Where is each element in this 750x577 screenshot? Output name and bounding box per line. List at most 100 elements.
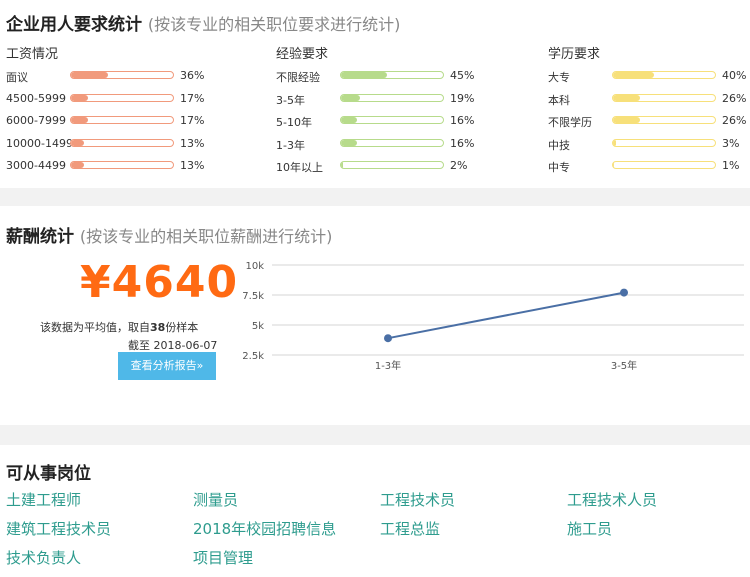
stat-row: 大专 40% — [548, 65, 750, 88]
stat-bar-fill — [613, 117, 640, 123]
stat-label: 10000-14999 — [6, 136, 80, 150]
requirements-column: 经验要求不限经验 45% 3-5年 19% 5-10年 16% 1-3年 16% 10年以上 2% — [276, 45, 496, 178]
stat-percent: 1% — [722, 159, 740, 172]
stat-percent: 26% — [722, 91, 747, 105]
jobs-title: 可从事岗位 — [6, 464, 91, 484]
stat-label: 不限经验 — [276, 71, 320, 84]
job-link[interactable]: 工程技术人员 — [567, 489, 657, 510]
stat-bar — [70, 161, 174, 169]
stat-percent: 40% — [722, 69, 747, 82]
section-divider-2 — [0, 425, 750, 445]
job-link[interactable]: 项目管理 — [193, 547, 253, 568]
job-link[interactable]: 工程总监 — [380, 518, 440, 539]
stat-row: 面议 36% — [6, 65, 226, 88]
stat-label: 中技 — [548, 138, 570, 152]
requirements-subtitle: (按该专业的相关职位要求进行统计) — [147, 15, 401, 34]
job-link[interactable]: 测量员 — [193, 489, 238, 510]
stat-percent: 16% — [450, 136, 475, 150]
data-point — [384, 334, 392, 343]
stat-bar-fill — [341, 72, 387, 78]
stat-percent: 13% — [180, 159, 205, 172]
stat-label: 3-5年 — [276, 93, 305, 107]
stat-bar — [70, 93, 174, 102]
requirements-column: 工资情况面议 36% 4500-5999 17% 6000-7999 17% 10000-1… — [6, 45, 226, 178]
stat-percent: 17% — [180, 91, 205, 105]
stat-row: 10年以上 2% — [276, 155, 496, 178]
stat-bar — [340, 93, 444, 102]
stat-bar-fill — [341, 162, 344, 168]
stat-row: 中专 1% — [548, 155, 750, 178]
stat-bar — [340, 71, 444, 79]
stat-label: 不限学历 — [548, 116, 592, 129]
stat-label: 面议 — [6, 71, 28, 84]
stat-label: 1-3年 — [276, 138, 305, 152]
y-tick-label: 5k — [252, 321, 264, 332]
stat-label: 大专 — [548, 71, 570, 84]
column-title: 经验要求 — [276, 47, 329, 62]
stat-bar-fill — [71, 72, 108, 78]
requirements-column: 学历要求大专 40% 本科 26% 不限学历 26% 中技 3% 中专 1% — [548, 45, 750, 178]
stat-row: 6000-7999 17% — [6, 110, 226, 133]
stat-bar-fill — [341, 139, 358, 146]
stat-percent: 45% — [450, 69, 475, 82]
stat-percent: 17% — [180, 114, 205, 127]
stat-row: 4500-5999 17% — [6, 88, 226, 111]
stat-row: 不限经验 45% — [276, 65, 496, 88]
stat-label: 3000-4499 — [6, 159, 66, 172]
stat-bar-fill — [341, 117, 358, 123]
stat-row: 5-10年 16% — [276, 110, 496, 133]
stat-row: 不限学历 26% — [548, 110, 750, 133]
stat-row: 3000-4499 13% — [6, 155, 226, 178]
stat-percent: 2% — [450, 159, 468, 172]
stat-bar-fill — [71, 94, 89, 101]
stat-percent: 19% — [450, 91, 475, 105]
job-link[interactable]: 施工员 — [567, 518, 612, 539]
requirements-title: 企业用人要求统计 (按该专业的相关职位要求进行统计) — [6, 10, 400, 35]
stat-bar — [70, 138, 174, 147]
stat-bar-fill — [341, 94, 361, 101]
job-link[interactable]: 工程技术员 — [380, 489, 455, 510]
stat-bar — [340, 138, 444, 147]
stat-label: 5-10年 — [276, 116, 312, 129]
stat-bar-fill — [613, 139, 617, 146]
stat-percent: 13% — [180, 136, 205, 150]
stat-bar — [340, 161, 444, 169]
column-title: 工资情况 — [6, 47, 59, 62]
section-divider — [0, 188, 750, 206]
stat-bar-fill — [613, 72, 654, 78]
salary-title-text: 薪酬统计 — [6, 227, 74, 247]
job-link[interactable]: 建筑工程技术员 — [6, 518, 111, 539]
stat-row: 中技 3% — [548, 133, 750, 156]
series-line — [387, 291, 625, 340]
stat-bar — [612, 93, 716, 102]
stat-bar-fill — [71, 117, 89, 123]
job-link[interactable]: 2018年校园招聘信息 — [193, 518, 336, 539]
stat-label: 4500-5999 — [6, 91, 66, 105]
stat-row: 1-3年 16% — [276, 133, 496, 156]
stat-bar — [612, 161, 716, 169]
stat-bar — [70, 116, 174, 124]
salary-line-chart: 2.5k 5k 7.5k 10k 1-3年 3-5年 — [242, 261, 744, 372]
stat-row: 3-5年 19% — [276, 88, 496, 111]
column-title: 学历要求 — [548, 47, 601, 62]
stat-percent: 16% — [450, 114, 475, 127]
stat-label: 6000-7999 — [6, 114, 66, 127]
stat-bar — [612, 116, 716, 124]
data-point — [620, 288, 628, 297]
x-tick-label: 3-5年 — [611, 359, 637, 372]
y-tick-label: 2.5k — [242, 351, 264, 362]
stat-label: 本科 — [548, 93, 570, 107]
job-link[interactable]: 土建工程师 — [6, 489, 81, 510]
x-tick-label: 1-3年 — [375, 359, 401, 372]
stat-label: 10年以上 — [276, 161, 323, 174]
stat-percent: 3% — [722, 136, 740, 150]
stat-bar-fill — [71, 139, 85, 146]
job-link[interactable]: 技术负责人 — [6, 547, 81, 568]
stat-bar-fill — [613, 162, 615, 168]
stat-bar — [70, 71, 174, 79]
stat-bar-fill — [613, 94, 640, 101]
y-tick-label: 7.5k — [242, 291, 264, 302]
stat-percent: 36% — [180, 69, 205, 82]
stat-bar — [612, 71, 716, 79]
salary-subtitle: (按该专业的相关职位薪酬进行统计) — [79, 227, 333, 246]
